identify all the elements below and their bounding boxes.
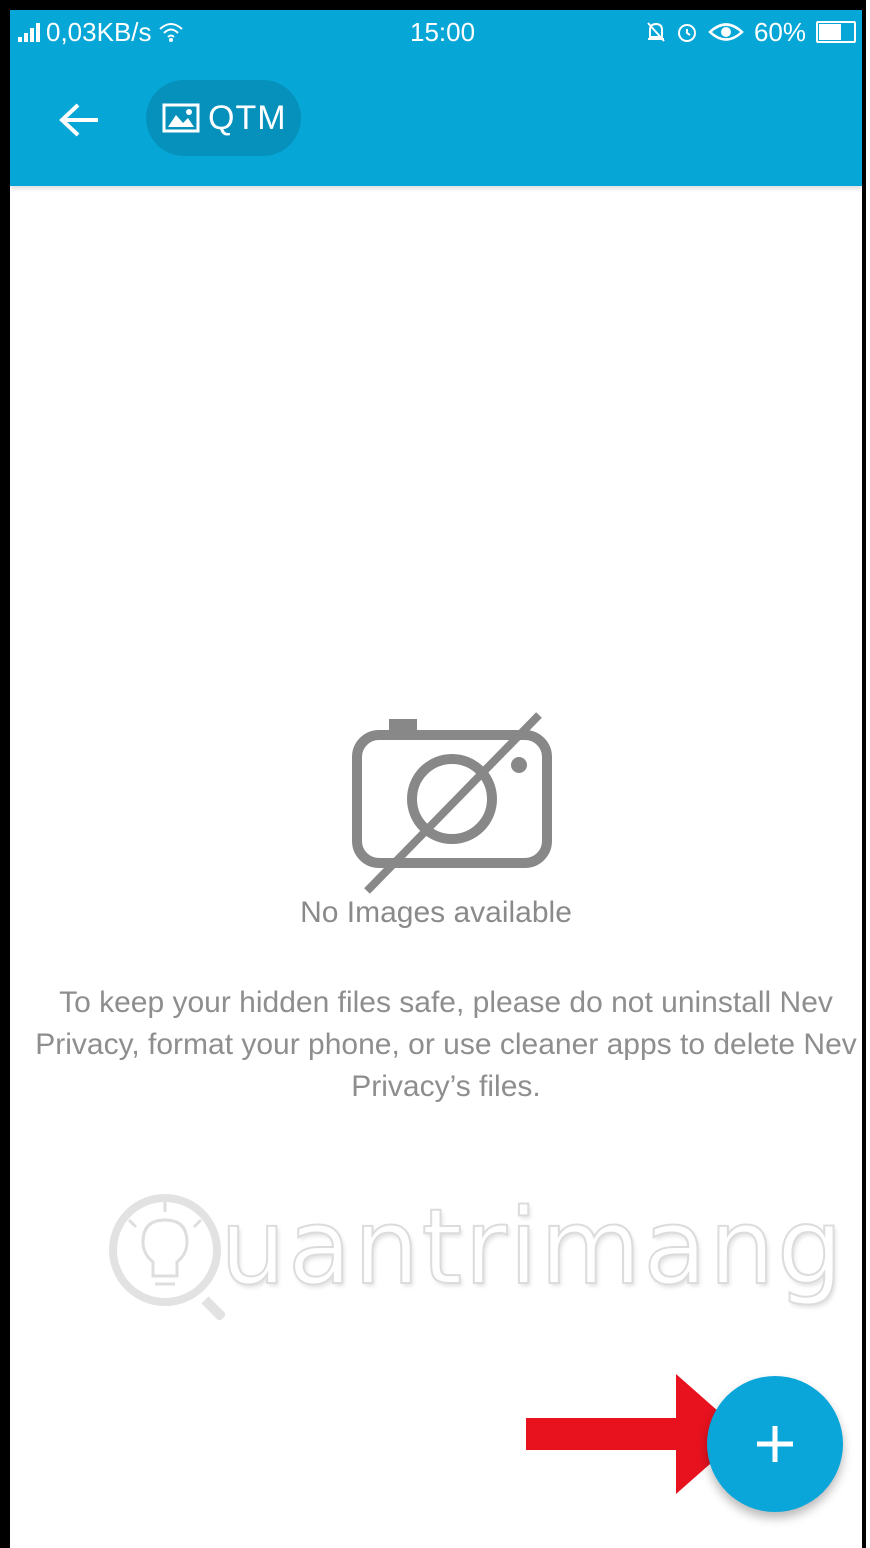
empty-title: No Images available <box>300 896 572 929</box>
add-fab-button[interactable] <box>707 1376 843 1512</box>
plus-icon <box>757 1426 793 1462</box>
no-camera-icon <box>352 712 552 894</box>
battery-icon <box>816 21 856 43</box>
signal-icon <box>18 22 40 42</box>
battery-percent: 60% <box>753 16 806 47</box>
toolbar: QTM <box>10 54 862 186</box>
network-speed: 0,03KB/s <box>46 16 152 47</box>
arrow-left-icon <box>59 103 98 137</box>
status-bar: 0,03KB/s 15:00 60% <box>10 10 862 54</box>
watermark-text: uantrimang <box>219 1185 845 1309</box>
screen-frame: 0,03KB/s 15:00 60% QTM No Images availab… <box>0 0 866 1548</box>
album-title: QTM <box>208 98 287 137</box>
status-left: 0,03KB/s <box>18 17 184 48</box>
alarm-icon <box>677 24 696 42</box>
back-button[interactable] <box>52 92 108 148</box>
eye-icon <box>708 23 744 41</box>
status-right: 60% <box>646 17 856 48</box>
bell-muted-icon <box>647 22 665 42</box>
wifi-icon <box>158 23 183 42</box>
status-time: 15:00 <box>410 16 476 47</box>
image-icon <box>162 103 200 133</box>
album-title-chip[interactable]: QTM <box>146 80 301 156</box>
empty-description: To keep your hidden files safe, please d… <box>35 986 857 1103</box>
lightbulb-logo-icon <box>109 1194 225 1320</box>
